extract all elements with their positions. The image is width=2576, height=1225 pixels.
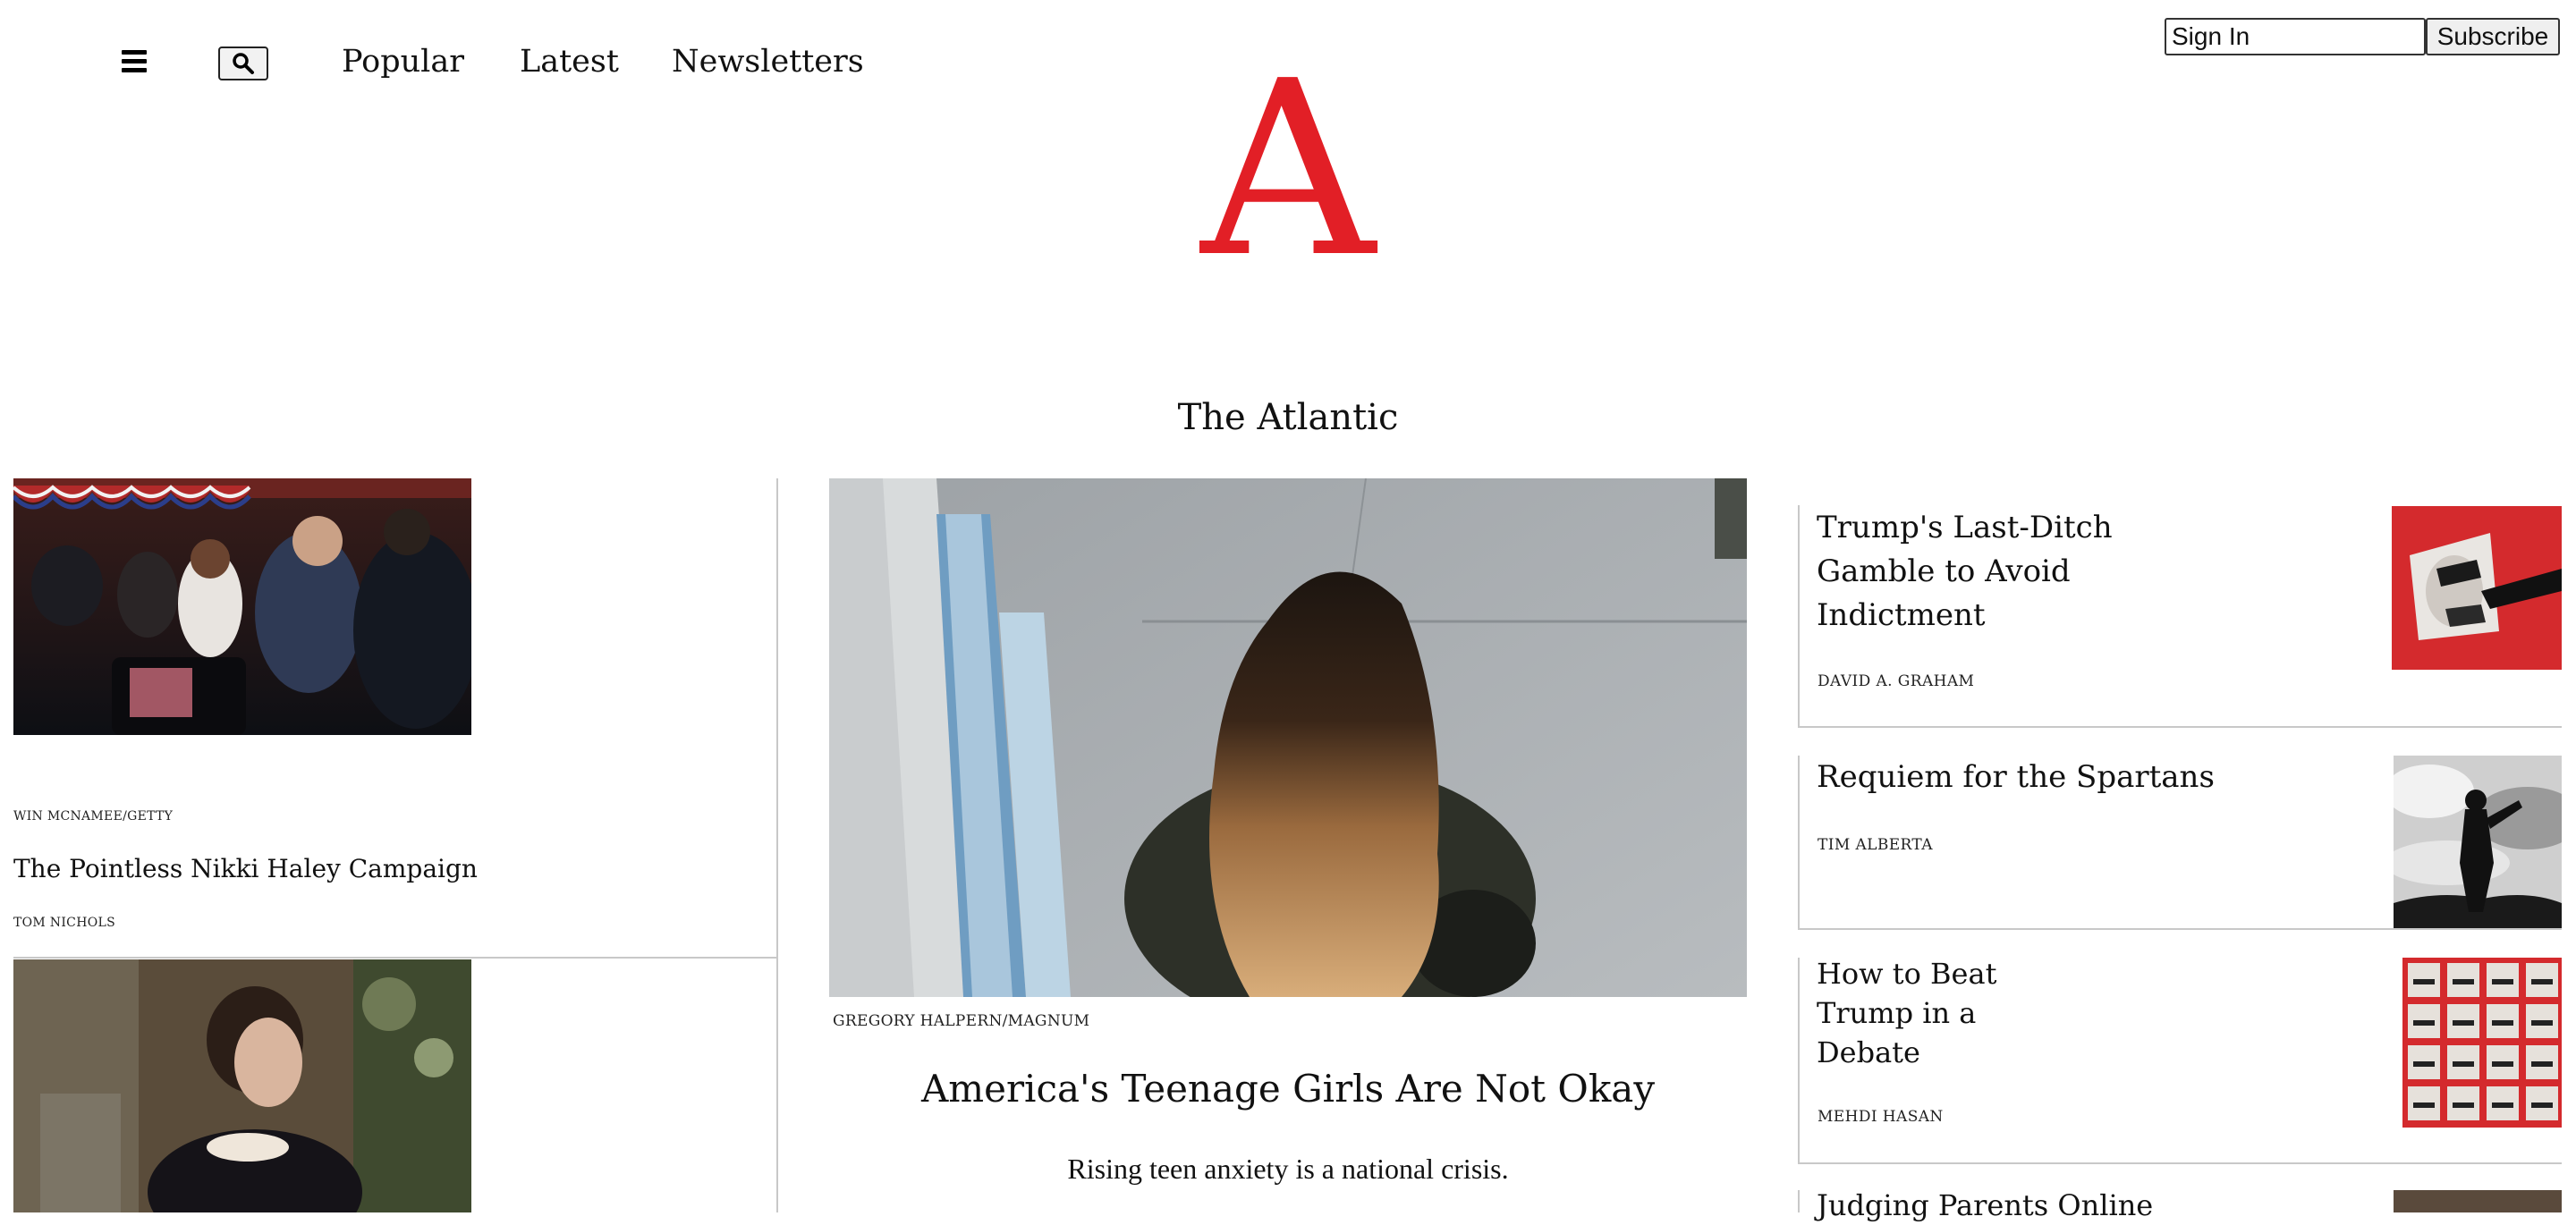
story-author[interactable]: DAVID A. GRAHAM — [1818, 672, 1974, 690]
parents-image[interactable] — [2394, 1190, 2562, 1212]
headline-line: Trump in a — [1817, 996, 1977, 1030]
nav-newsletters[interactable]: Newsletters — [672, 39, 864, 84]
card-border — [1798, 756, 1800, 929]
nav-popular[interactable]: Popular — [342, 39, 464, 84]
photo-credit: GREGORY HALPERN/MAGNUM — [833, 1012, 1090, 1030]
side-story-headline[interactable]: Judging Parents Online — [1817, 1186, 2153, 1225]
side-story-headline[interactable]: How to Beat Trump in a Debate — [1817, 954, 1996, 1072]
divider — [1798, 726, 2562, 728]
search-button[interactable] — [218, 46, 268, 80]
trump-collage-image[interactable] — [2392, 506, 2562, 670]
atlantic-logo[interactable]: A — [1199, 49, 1377, 291]
headline-line: Trump's Last-Ditch — [1817, 510, 2113, 545]
headline-line: Gamble to Avoid — [1817, 553, 2071, 589]
side-story-headline[interactable]: Requiem for the Spartans — [1817, 756, 2215, 799]
card-border — [1798, 1190, 1800, 1212]
card-border — [1798, 958, 1800, 1163]
side-story-headline[interactable]: Trump's Last-Ditch Gamble to Avoid Indic… — [1817, 506, 2113, 638]
nav-latest[interactable]: Latest — [520, 39, 619, 84]
card-border — [1798, 505, 1800, 727]
story-author[interactable]: TIM ALBERTA — [1818, 836, 1933, 854]
lead-dek: Rising teen anxiety is a national crisis… — [1067, 1153, 1509, 1185]
divider — [13, 957, 777, 959]
story-author[interactable]: TOM NICHOLS — [13, 916, 115, 930]
teen-girl-photo[interactable] — [829, 478, 1747, 997]
story-headline[interactable]: The Pointless Nikki Haley Campaign — [13, 851, 478, 887]
column-divider — [776, 478, 778, 1212]
story-author[interactable]: MEHDI HASAN — [1818, 1108, 1944, 1126]
photo-credit: WIN MCNAMEE/GETTY — [13, 809, 174, 824]
divider — [1798, 1162, 2562, 1164]
haley-campaign-photo[interactable] — [13, 478, 471, 735]
headline-line: Indictment — [1817, 597, 1986, 633]
search-icon — [233, 53, 254, 74]
divider — [1798, 928, 2562, 930]
headline-line: How to Beat — [1817, 957, 1997, 991]
masthead-title[interactable]: The Atlantic — [1109, 393, 1467, 442]
lead-headline[interactable]: America's Teenage Girls Are Not Okay — [832, 1060, 1744, 1118]
menu-icon[interactable] — [122, 50, 147, 73]
sign-in-field[interactable]: Sign In — [2165, 18, 2426, 55]
headline-line: Debate — [1817, 1035, 1920, 1069]
subscribe-button[interactable]: Subscribe — [2426, 18, 2560, 55]
trump-grid-image[interactable] — [2402, 958, 2562, 1128]
period-drama-photo[interactable] — [13, 959, 471, 1212]
spartan-statue-image[interactable] — [2394, 756, 2562, 928]
